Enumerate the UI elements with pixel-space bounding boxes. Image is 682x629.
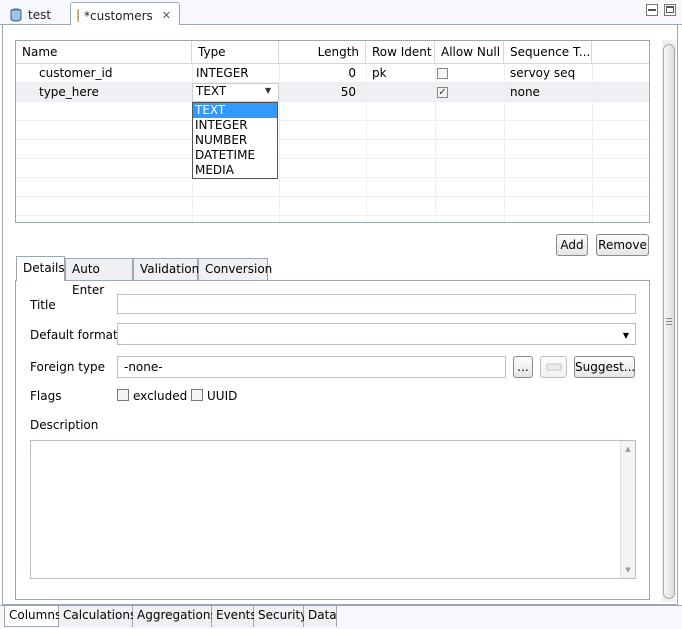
flags-label: Flags [30,389,62,403]
database-icon [10,8,22,22]
table-row-empty [16,121,649,140]
header-name[interactable]: Name [16,41,192,64]
editor-tab-label: *customers [84,8,153,23]
cell-sequence[interactable]: servoy seq [510,64,590,83]
suggest-button[interactable]: Suggest... [574,356,635,378]
editor-tab-customers[interactable]: *customers ✕ [70,2,180,25]
title-field[interactable] [117,294,636,314]
description-scrollbar[interactable]: ▲ ▼ [620,441,635,578]
editor-tab-label: test [28,8,52,22]
add-button[interactable]: Add [556,234,588,256]
scroll-down-icon[interactable]: ▼ [621,566,635,574]
tab-calculations[interactable]: Calculations [59,606,136,627]
cell-row-ident[interactable] [372,83,432,102]
foreign-type-field[interactable]: -none- [117,356,506,378]
dropdown-option[interactable]: DATETIME [193,148,277,163]
uuid-checkbox[interactable] [191,389,203,401]
header-length[interactable]: Length [279,41,366,64]
close-icon[interactable]: ✕ [162,9,171,22]
type-combo[interactable]: TEXT ▼ [192,83,279,102]
cell-length[interactable]: 0 [282,64,356,83]
browse-button[interactable]: ... [513,356,533,378]
chevron-down-icon[interactable]: ▼ [265,86,271,95]
dropdown-option[interactable]: TEXT [193,103,277,118]
foreign-type-label: Foreign type [30,360,106,374]
excluded-label: excluded [133,389,188,403]
type-dropdown-list[interactable]: TEXT INTEGER NUMBER DATETIME MEDIA [192,102,278,179]
table-row-empty [16,102,649,121]
type-combo-value: TEXT [196,84,227,98]
table-row-empty [16,197,649,216]
cell-sequence[interactable]: none [510,83,590,102]
tab-conversion[interactable]: Conversion [198,258,272,280]
cell-name[interactable]: customer_id [39,64,189,83]
eraser-icon [546,363,561,371]
cell-length[interactable]: 50 [282,83,356,102]
tab-events[interactable]: Events [212,606,257,627]
tab-columns[interactable]: Columns [4,606,61,627]
table-row[interactable]: customer_id INTEGER 0 pk servoy seq [16,64,649,83]
dropdown-option[interactable]: MEDIA [193,163,277,178]
clear-button[interactable] [540,356,567,378]
header-row-ident[interactable]: Row Ident [366,41,435,64]
header-type[interactable]: Type [192,41,279,64]
tab-data[interactable]: Data [304,606,337,627]
maximize-icon[interactable] [664,4,676,16]
dropdown-option[interactable]: INTEGER [193,118,277,133]
scrollbar-thumb[interactable] [663,44,675,599]
description-textarea[interactable] [30,440,636,579]
cell-row-ident[interactable]: pk [372,64,432,83]
table-row-selected[interactable]: type_here TEXT ▼ 50 ✓ none [16,83,649,102]
default-format-combo[interactable]: ▼ [117,323,636,345]
table-row-empty [16,140,649,159]
tab-auto-enter[interactable]: Auto Enter [65,258,133,297]
columns-table[interactable]: Name Type Length Row Ident Allow Null Se… [15,40,650,223]
tab-details[interactable]: Details [16,256,65,281]
cell-name[interactable]: type_here [39,83,189,102]
minimize-icon[interactable] [646,4,658,16]
scroll-up-icon[interactable]: ▲ [621,445,635,453]
allow-null-checkbox-checked[interactable]: ✓ [437,87,448,98]
header-sequence-type[interactable]: Sequence T... [504,41,592,64]
table-row-empty [16,159,649,178]
cell-type[interactable]: INTEGER [196,64,276,83]
remove-button[interactable]: Remove [596,234,649,256]
allow-null-checkbox[interactable] [437,68,448,79]
header-allow-null[interactable]: Allow Null [435,41,504,64]
dropdown-option[interactable]: NUMBER [193,133,277,148]
table-header: Name Type Length Row Ident Allow Null Se… [16,41,649,64]
editor-tab-test[interactable]: test [3,2,59,25]
tab-security[interactable]: Security [254,606,307,627]
tab-validation[interactable]: Validation [133,258,199,280]
chevron-down-icon[interactable]: ▼ [623,327,629,345]
default-format-label: Default format [30,328,118,342]
table-row-empty [16,178,649,197]
description-label: Description [30,418,99,432]
tab-aggregations[interactable]: Aggregations [133,606,217,627]
excluded-checkbox[interactable] [117,389,129,401]
table-icon [77,9,80,22]
uuid-label: UUID [207,389,238,403]
title-label: Title [30,298,56,312]
